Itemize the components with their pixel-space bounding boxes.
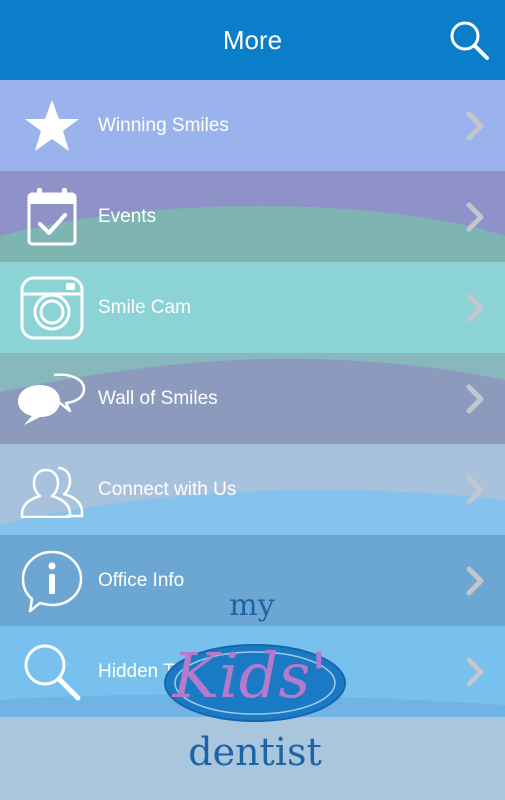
menu-item-winning-smiles[interactable]: Winning Smiles <box>0 80 505 171</box>
logo-line-my: my <box>229 588 274 623</box>
logo-line-kids: Kids' <box>172 639 328 712</box>
camera-icon <box>18 274 86 342</box>
menu-item-wall-of-smiles[interactable]: Wall of Smiles <box>0 353 505 444</box>
logo-line-dentist: dentist <box>188 730 321 774</box>
chevron-right-icon <box>466 202 484 231</box>
menu-item-label: Winning Smiles <box>98 114 229 136</box>
info-icon <box>18 547 86 615</box>
star-icon <box>18 92 86 160</box>
menu-item-label: Events <box>98 205 157 227</box>
chevron-right-icon <box>466 293 484 322</box>
users-icon <box>18 456 86 524</box>
menu-item-connect-with-us[interactable]: Connect with Us <box>0 444 505 535</box>
app-header: More <box>0 0 505 80</box>
menu-item-label: Connect with Us <box>98 478 237 500</box>
magnifier-icon <box>18 638 86 706</box>
my-kids-dentist-logo: my Kids' dentist <box>164 588 346 774</box>
chevron-right-icon <box>466 384 484 413</box>
chat-bubbles-icon <box>18 365 86 433</box>
chevron-right-icon <box>466 566 484 595</box>
menu-item-label: Smile Cam <box>98 296 191 318</box>
menu-item-smile-cam[interactable]: Smile Cam <box>0 262 505 353</box>
search-icon[interactable] <box>447 18 491 62</box>
page-title: More <box>222 24 283 55</box>
calendar-check-icon <box>18 183 86 251</box>
menu-item-label: Wall of Smiles <box>98 387 218 409</box>
chevron-right-icon <box>466 657 484 686</box>
chevron-right-icon <box>466 475 484 504</box>
chevron-right-icon <box>466 111 484 140</box>
menu-item-events[interactable]: Events <box>0 171 505 262</box>
